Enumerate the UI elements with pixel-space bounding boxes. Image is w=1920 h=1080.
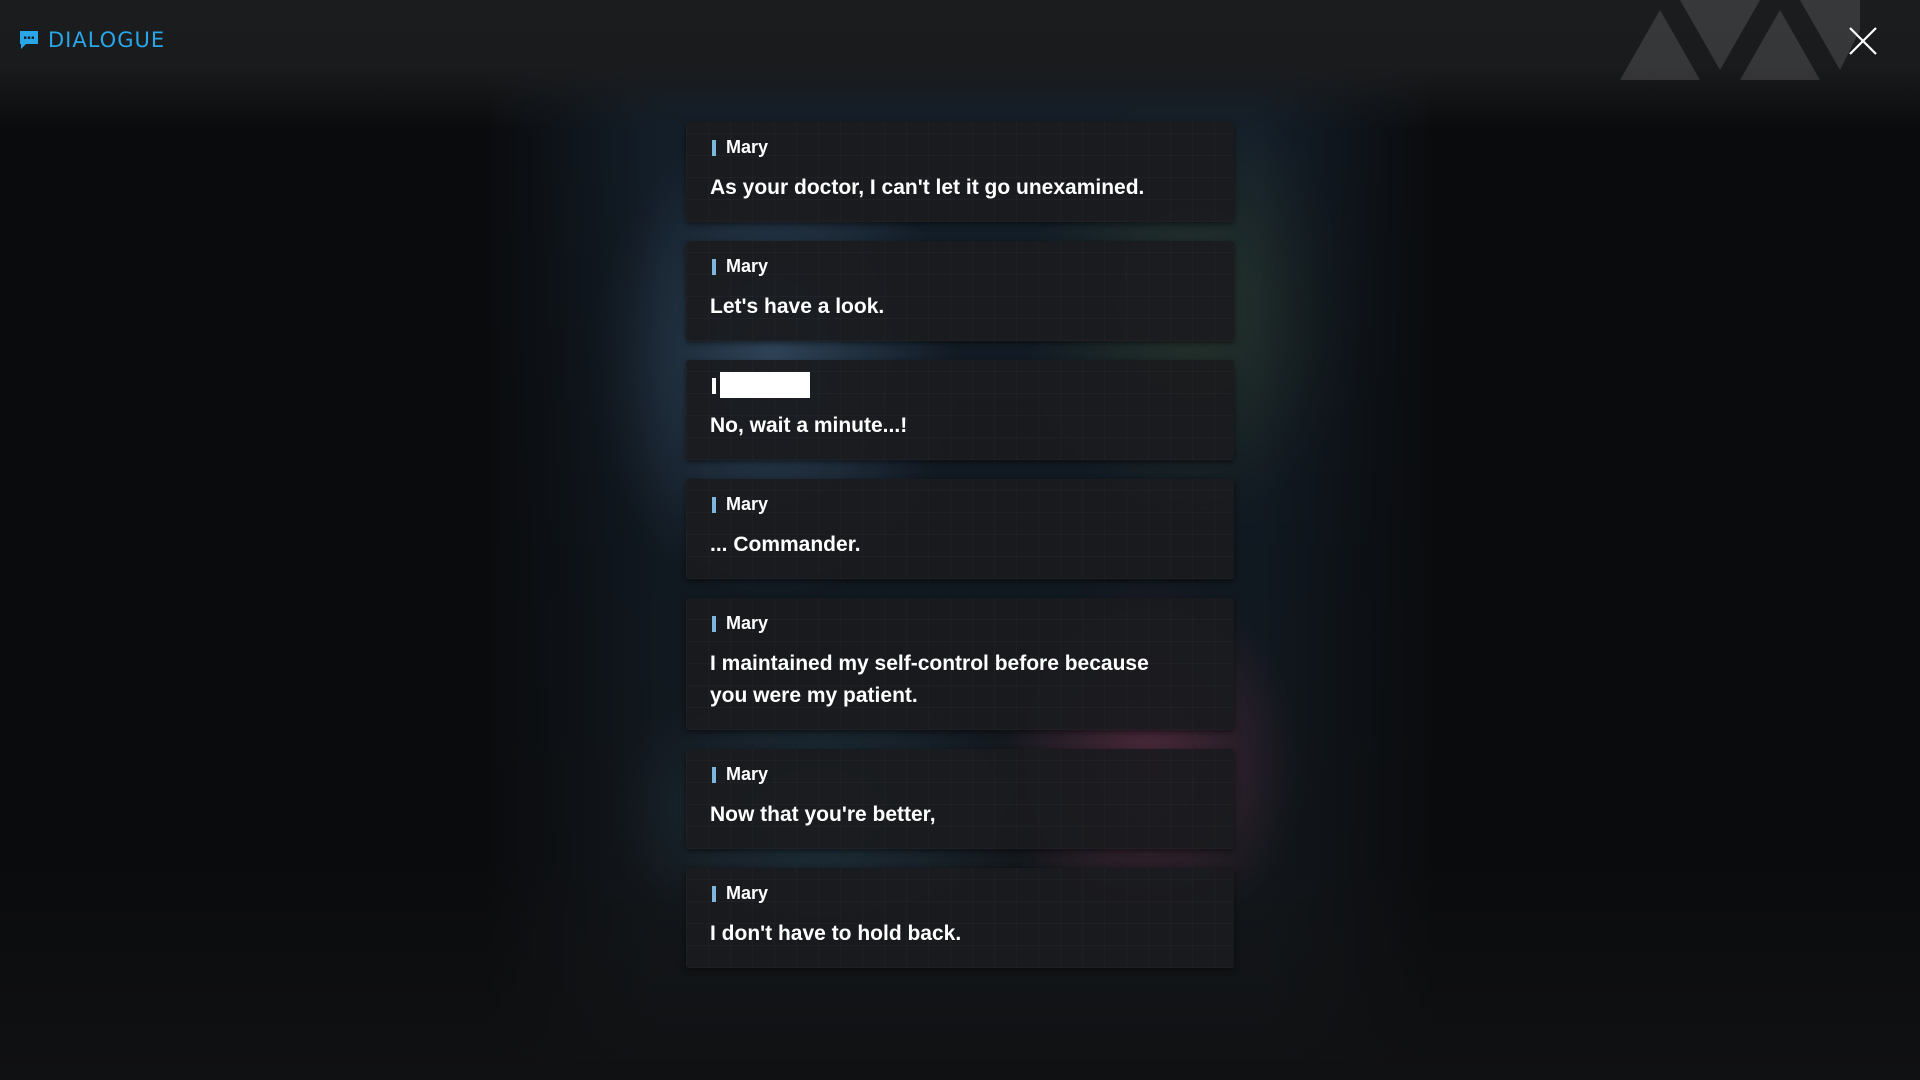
screen-title-text: DIALOGUE [48,28,166,52]
header-bar: DIALOGUE [0,0,1920,130]
dialogue-entry: No, wait a minute...! [686,360,1234,460]
speaker-name: Mary [726,255,769,276]
close-icon [1849,27,1877,55]
speaker-marker [712,497,716,513]
speaker-row: Mary [710,493,1210,515]
speaker-row: Mary [710,612,1210,634]
speaker-row [710,372,1210,398]
dialogue-entry: Mary Now that you're better, [686,749,1234,849]
speaker-marker [712,378,716,394]
dialogue-log-screen: DIALOGUE Mary As your doctor, I can't le… [0,0,1920,1080]
screen-title: DIALOGUE [18,28,165,52]
speaker-name: Mary [726,136,769,157]
speaker-row: Mary [710,255,1210,277]
speaker-row: Mary [710,882,1210,904]
speaker-name: Mary [726,612,769,633]
dialogue-text: I don't have to hold back. [710,922,962,945]
speaker-name: Mary [726,882,769,903]
speaker-name-redacted [720,372,810,398]
triangle-pattern-decoration [1620,0,1860,80]
dialogue-text: Now that you're better, [710,803,936,826]
dialogue-text: ... Commander. [710,533,861,556]
speaker-marker [712,767,716,783]
close-button[interactable] [1846,24,1880,58]
speaker-marker [712,140,716,156]
speaker-name: Mary [726,763,769,784]
dialogue-log-list[interactable]: Mary As your doctor, I can't let it go u… [686,122,1234,987]
dialogue-entry: Mary ... Commander. [686,479,1234,579]
speaker-row: Mary [710,136,1210,158]
dialogue-entry: Mary Let's have a look. [686,241,1234,341]
dialogue-text: Let's have a look. [710,295,885,318]
speaker-marker [712,886,716,902]
dialogue-entry: Mary I don't have to hold back. [686,868,1234,968]
speaker-name: Mary [726,493,769,514]
dialogue-entry: Mary As your doctor, I can't let it go u… [686,122,1234,222]
speaker-marker [712,259,716,275]
dialogue-entry: Mary I maintained my self-control before… [686,598,1234,730]
chat-bubble-icon [20,31,38,49]
speaker-marker [712,616,716,632]
dialogue-text: I maintained my self-control before beca… [710,652,1149,707]
dialogue-text: As your doctor, I can't let it go unexam… [710,176,1145,199]
speaker-row: Mary [710,763,1210,785]
dialogue-text: No, wait a minute...! [710,414,908,437]
